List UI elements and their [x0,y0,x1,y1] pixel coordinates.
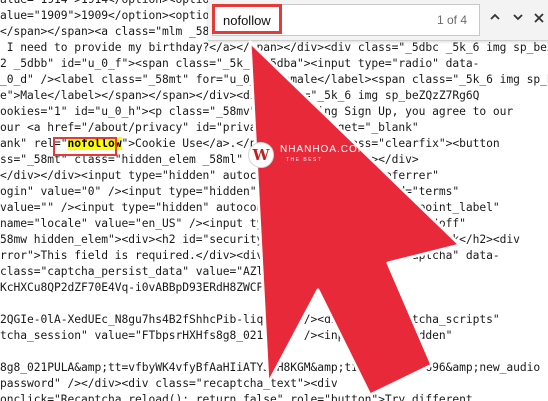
pointer-arrow-annotation [248,40,462,397]
watermark-name: NHANHOA.COM [280,144,368,155]
watermark-tagline: THE BEST [286,157,323,163]
watermark-logo-icon: W [248,142,274,168]
watermark: W NHANHOA.COM THE BEST [248,142,378,172]
red-arrow-icon [248,40,462,397]
